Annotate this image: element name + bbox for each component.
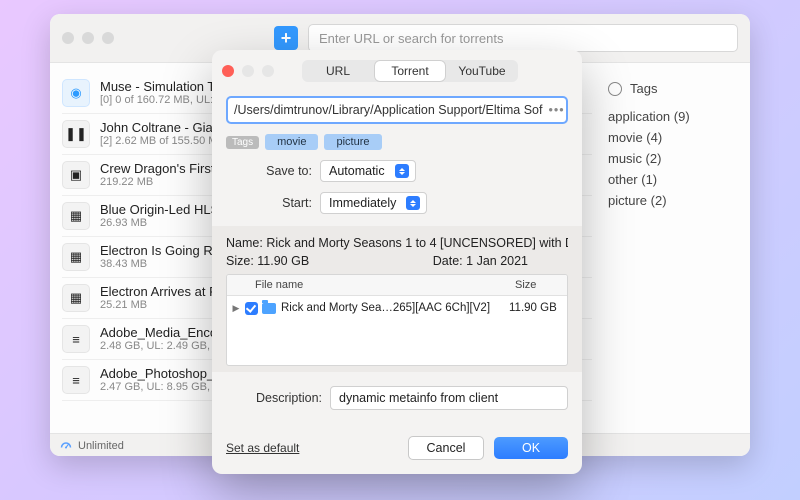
tab-torrent[interactable]: Torrent <box>374 60 446 82</box>
dialog-footer: Set as default Cancel OK <box>212 422 582 474</box>
download-status-icon: ▦ <box>62 284 90 312</box>
gauge-icon <box>60 440 72 452</box>
close-icon[interactable] <box>62 32 74 44</box>
file-name: Rick and Morty Sea…265][AAC 6Ch][V2] <box>281 302 509 314</box>
close-icon[interactable] <box>222 65 234 77</box>
download-status-icon: ▦ <box>62 202 90 230</box>
col-size[interactable]: Size <box>515 279 567 291</box>
zoom-icon <box>262 65 274 77</box>
saveto-label: Save to: <box>226 164 320 178</box>
folder-icon <box>262 303 276 314</box>
torrent-path-value: /Users/dimtrunov/Library/Application Sup… <box>234 103 542 117</box>
download-status-icon: ◉ <box>62 79 90 107</box>
tags-label: Tags <box>226 136 259 149</box>
dropdown-caret-icon <box>395 164 409 178</box>
disclosure-icon[interactable]: ▶ <box>227 303 245 314</box>
meta-name-value: Rick and Morty Seasons 1 to 4 [UNCENSORE… <box>266 236 568 250</box>
torrent-meta: Name: Rick and Morty Seasons 1 to 4 [UNC… <box>212 226 582 372</box>
file-table[interactable]: File name Size ▶ Rick and Morty Sea…265]… <box>226 274 568 366</box>
tag-filter-item[interactable]: application (9) <box>608 106 734 127</box>
set-default-link[interactable]: Set as default <box>226 441 299 455</box>
status-text: Unlimited <box>78 440 124 452</box>
radio-icon <box>608 82 622 96</box>
tab-youtube[interactable]: YouTube <box>446 60 518 82</box>
file-table-header: File name Size <box>227 275 567 296</box>
url-placeholder: Enter URL or search for torrents <box>319 31 503 46</box>
tag-filter-item[interactable]: music (2) <box>608 148 734 169</box>
dialog-window-controls[interactable] <box>222 65 274 77</box>
minimize-icon[interactable] <box>82 32 94 44</box>
tag-chip-movie[interactable]: movie <box>265 134 318 150</box>
minimize-icon <box>242 65 254 77</box>
download-title: Muse - Simulation T… <box>100 79 228 95</box>
description-row: Description: dynamic metainfo from clien… <box>226 386 568 410</box>
window-controls[interactable] <box>62 32 114 44</box>
tag-filter-item[interactable]: movie (4) <box>608 127 734 148</box>
browse-icon[interactable]: ••• <box>542 103 564 117</box>
add-button[interactable]: + <box>274 26 298 50</box>
zoom-icon[interactable] <box>102 32 114 44</box>
start-select[interactable]: Immediately <box>320 192 427 214</box>
meta-name-row: Name: Rick and Morty Seasons 1 to 4 [UNC… <box>226 236 568 250</box>
tag-chip-picture[interactable]: picture <box>324 134 381 150</box>
saveto-select[interactable]: Automatic <box>320 160 416 182</box>
ok-button[interactable]: OK <box>494 437 568 459</box>
meta-date-label: Date: <box>433 254 463 268</box>
tags-row: Tags movie picture <box>226 134 568 150</box>
download-status-icon: ≡ <box>62 366 90 394</box>
tags-heading-label: Tags <box>630 81 657 96</box>
file-checkbox[interactable] <box>245 302 258 315</box>
tags-sidebar: Tags application (9)movie (4)music (2)ot… <box>592 63 750 433</box>
dropdown-caret-icon <box>406 196 420 210</box>
tag-filter-item[interactable]: other (1) <box>608 169 734 190</box>
meta-name-label: Name: <box>226 236 263 250</box>
dialog-titlebar: URL Torrent YouTube <box>212 50 582 92</box>
saveto-row: Save to: Automatic <box>226 160 568 182</box>
download-subtitle: [0] 0 of 160.72 MB, UL: … <box>100 94 228 107</box>
description-input[interactable]: dynamic metainfo from client <box>330 386 568 410</box>
meta-size-date-row: Size: 11.90 GB Date: 1 Jan 2021 <box>226 254 568 268</box>
description-label: Description: <box>226 391 330 405</box>
add-torrent-dialog: URL Torrent YouTube /Users/dimtrunov/Lib… <box>212 50 582 474</box>
download-status-icon: ❚❚ <box>62 120 90 148</box>
meta-size-label: Size: <box>226 254 254 268</box>
file-size: 11.90 GB <box>509 302 557 314</box>
download-status-icon: ▣ <box>62 161 90 189</box>
meta-date-value: 1 Jan 2021 <box>466 254 528 268</box>
url-search-input[interactable]: Enter URL or search for torrents <box>308 24 738 52</box>
download-status-icon: ▦ <box>62 243 90 271</box>
start-row: Start: Immediately <box>226 192 568 214</box>
saveto-value: Automatic <box>329 161 385 181</box>
cancel-button[interactable]: Cancel <box>408 436 484 460</box>
tab-url[interactable]: URL <box>302 60 374 82</box>
tag-filter-item[interactable]: picture (2) <box>608 190 734 211</box>
description-value: dynamic metainfo from client <box>339 391 498 405</box>
start-label: Start: <box>226 196 320 210</box>
meta-size-value: 11.90 GB <box>257 254 309 268</box>
torrent-path-field[interactable]: /Users/dimtrunov/Library/Application Sup… <box>226 96 568 124</box>
dialog-body: /Users/dimtrunov/Library/Application Sup… <box>212 92 582 422</box>
plus-icon: + <box>281 29 292 47</box>
col-filename[interactable]: File name <box>227 279 515 291</box>
file-row[interactable]: ▶ Rick and Morty Sea…265][AAC 6Ch][V2] 1… <box>227 296 567 320</box>
download-status-icon: ≡ <box>62 325 90 353</box>
tags-heading[interactable]: Tags <box>608 81 734 96</box>
source-tabs[interactable]: URL Torrent YouTube <box>302 60 518 82</box>
start-value: Immediately <box>329 193 396 213</box>
